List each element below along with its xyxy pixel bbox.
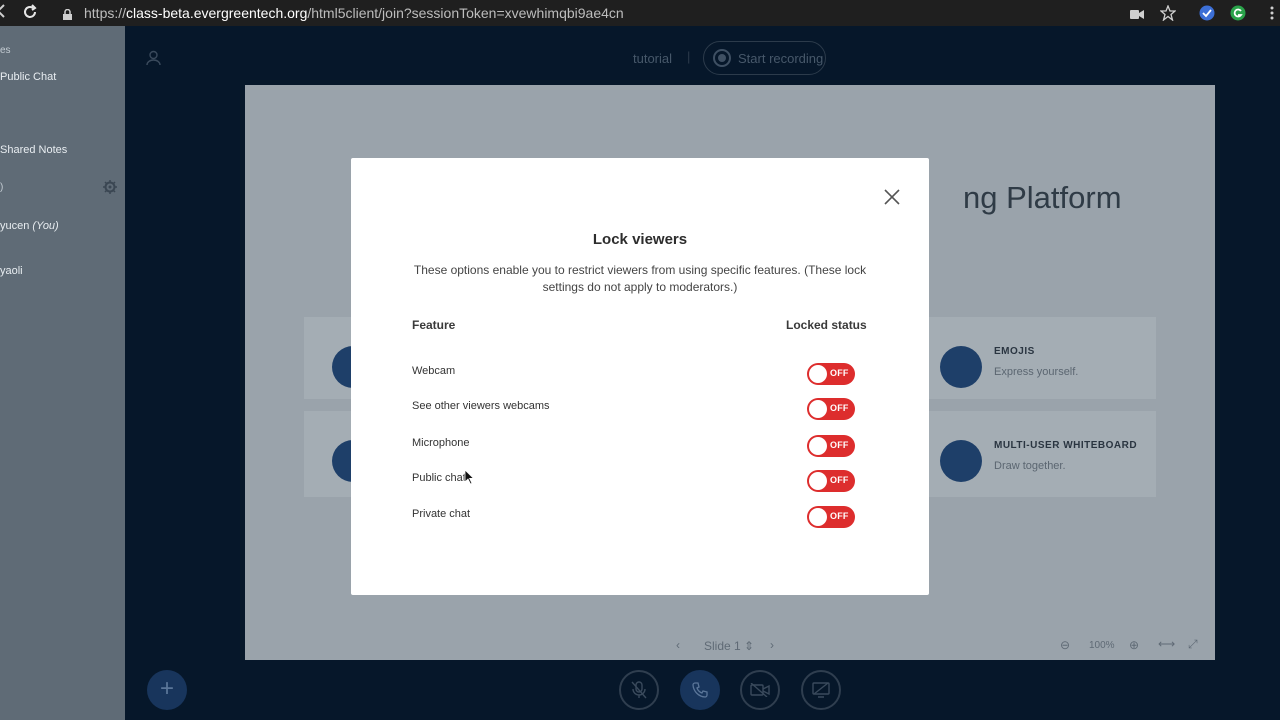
user-name: yucen	[0, 220, 30, 232]
menu-dots-icon[interactable]	[1270, 5, 1274, 26]
address-bar[interactable]: https://class-beta.evergreentech.org/htm…	[84, 5, 624, 21]
microphone-off-icon	[631, 681, 647, 699]
user-item-self[interactable]: yucen (You)	[0, 220, 59, 232]
record-label: Start recording	[738, 51, 824, 66]
user-avatar-icon[interactable]	[146, 50, 161, 71]
zoom-level: 100%	[1089, 640, 1115, 651]
share-webcam-button[interactable]	[740, 670, 780, 710]
toggle-state: OFF	[830, 403, 849, 413]
user-item-other[interactable]: yaoli	[0, 265, 23, 277]
messages-header: es	[0, 45, 11, 56]
url-scheme: https://	[84, 5, 127, 21]
see-other-webcams-lock-toggle[interactable]: OFF	[807, 398, 855, 420]
toggle-state: OFF	[830, 440, 849, 450]
star-icon[interactable]	[1159, 4, 1177, 26]
mouse-cursor-icon	[464, 469, 475, 490]
feature-subtext: Express yourself.	[994, 366, 1079, 378]
mute-microphone-button[interactable]	[619, 670, 659, 710]
toggle-knob	[809, 437, 827, 455]
extension-blue-icon[interactable]	[1199, 5, 1215, 26]
modal-description: These options enable you to restrict vie…	[413, 263, 867, 294]
fullscreen-icon[interactable]: ⤢	[1188, 637, 1198, 652]
lock-icon[interactable]	[63, 7, 72, 20]
feature-heading: MULTI-USER WHITEBOARD	[994, 440, 1138, 451]
feature-subtext: Draw together.	[994, 460, 1066, 472]
locked-status-column-header: Locked status	[786, 318, 867, 332]
desktop-share-icon	[812, 682, 830, 698]
gear-icon[interactable]	[103, 180, 117, 197]
meeting-name: tutorial	[633, 51, 673, 66]
toggle-state: OFF	[830, 511, 849, 521]
slide-title: ng Platform	[963, 180, 1122, 215]
whiteboard-icon	[940, 440, 982, 482]
toggle-state: OFF	[830, 475, 849, 485]
camera-icon[interactable]	[1130, 7, 1144, 25]
lock-row-microphone-label: Microphone	[412, 437, 470, 449]
record-icon	[713, 49, 731, 67]
toggle-knob	[809, 365, 827, 383]
lock-viewers-modal: Lock viewers These options enable you to…	[351, 158, 929, 595]
lock-row-webcam-label: Webcam	[412, 365, 456, 377]
fit-width-icon[interactable]: ⟷	[1158, 637, 1175, 651]
start-recording-button[interactable]: Start recording	[703, 41, 826, 75]
toggle-knob	[809, 400, 827, 418]
extension-green-icon[interactable]	[1230, 5, 1246, 26]
feature-heading: EMOJIS	[994, 346, 1035, 357]
next-slide-icon[interactable]: ›	[770, 638, 774, 652]
header-divider: |	[687, 49, 691, 64]
public-chat-lock-toggle[interactable]: OFF	[807, 470, 855, 492]
browser-toolbar: https://class-beta.evergreentech.org/htm…	[0, 0, 1280, 26]
phone-icon	[692, 682, 708, 698]
camera-off-icon	[750, 683, 770, 697]
modal-title: Lock viewers	[592, 231, 688, 248]
close-icon[interactable]	[881, 186, 903, 208]
reload-icon[interactable]	[22, 4, 38, 24]
webcam-lock-toggle[interactable]: OFF	[807, 363, 855, 385]
zoom-in-icon[interactable]: ⊕	[1129, 638, 1139, 652]
slide-selector[interactable]: Slide 1 ⇕	[704, 639, 754, 653]
public-chat-link[interactable]: Public Chat	[0, 71, 56, 83]
actions-plus-button[interactable]: +	[147, 670, 187, 710]
users-header: )	[0, 182, 4, 193]
shared-notes-link[interactable]: Shared Notes	[0, 144, 67, 156]
leave-audio-button[interactable]	[680, 670, 720, 710]
feature-column-header: Feature	[412, 318, 456, 332]
toggle-knob	[809, 472, 827, 490]
share-screen-button[interactable]	[801, 670, 841, 710]
zoom-out-icon[interactable]: ⊖	[1060, 638, 1070, 652]
hand-icon	[940, 346, 982, 388]
slide-label: Slide 1	[704, 639, 741, 653]
prev-slide-icon[interactable]: ‹	[676, 638, 680, 652]
url-path: /html5client/join?sessionToken=xvewhimqb…	[307, 5, 624, 21]
you-tag: (You)	[32, 220, 59, 232]
microphone-lock-toggle[interactable]: OFF	[807, 435, 855, 457]
back-arrow-icon[interactable]	[0, 3, 6, 23]
lock-row-see-webcams-label: See other viewers webcams	[412, 400, 550, 412]
toggle-state: OFF	[830, 368, 849, 378]
private-chat-lock-toggle[interactable]: OFF	[807, 506, 855, 528]
lock-row-public-chat-label: Public chat	[412, 472, 466, 484]
url-host: class-beta.evergreentech.org	[126, 5, 308, 21]
user-list-sidebar: es Public Chat Shared Notes ) yucen (You…	[0, 26, 125, 720]
toggle-knob	[809, 508, 827, 526]
lock-row-private-chat-label: Private chat	[412, 508, 471, 520]
